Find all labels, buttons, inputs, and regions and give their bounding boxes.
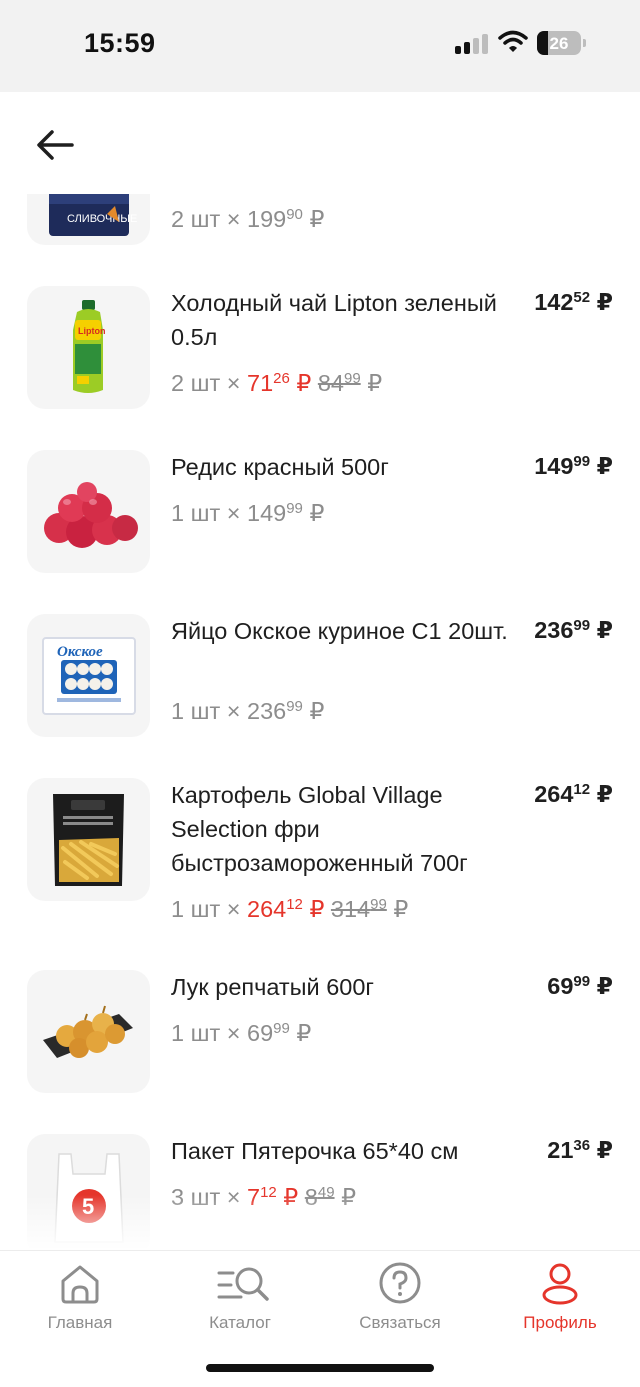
catalog-search-icon <box>217 1267 269 1301</box>
item-quantity-price: 1 шт × 26412 ₽ 31499 ₽ <box>171 896 409 922</box>
battery-level: 26 <box>549 34 569 53</box>
tab-home[interactable]: Главная <box>0 1251 160 1341</box>
status-bar: 15:59 26 <box>0 0 640 92</box>
item-name: Редис красный 500г <box>171 454 389 480</box>
item-total: 14252 ₽ <box>534 289 613 315</box>
product-label: Окское <box>57 644 103 660</box>
tab-label: Связаться <box>359 1313 441 1332</box>
old-price: 8499 <box>317 370 361 396</box>
product-label: СЛИВОЧНЫЕ <box>67 213 137 225</box>
back-arrow-icon[interactable] <box>32 122 78 168</box>
home-icon <box>61 1265 99 1304</box>
tab-label: Профиль <box>523 1313 597 1332</box>
help-icon <box>379 1262 421 1304</box>
item-quantity-price: 1 шт × 14999 ₽ <box>171 500 325 526</box>
item-name: Лук репчатый 600г <box>171 974 374 1000</box>
tab-profile[interactable]: Профиль <box>480 1251 640 1341</box>
item-quantity-price: 1 шт × 6999 ₽ <box>171 1020 312 1046</box>
profile-icon <box>542 1263 578 1305</box>
tab-label: Главная <box>47 1313 113 1332</box>
tab-contact[interactable]: Связаться <box>320 1251 480 1341</box>
order-items-list[interactable]: СЛИВОЧНЫЕ 2 шт × 19990 ₽ Lipton Холодный… <box>0 194 640 1250</box>
scroll-fade <box>0 1195 640 1250</box>
item-total: 14999 ₽ <box>534 453 613 479</box>
status-time: 15:59 <box>84 28 156 58</box>
item-name: Яйцо Окское куриное С1 20шт. <box>171 618 508 644</box>
item-name: Холодный чай Lipton зеленый 0.5л <box>171 290 497 350</box>
item-total: 23699 ₽ <box>534 617 613 643</box>
product-image: Lipton <box>27 286 150 409</box>
cellular-signal-icon <box>455 34 489 54</box>
wifi-icon <box>498 30 528 52</box>
item-quantity-price: 2 шт × 7126 ₽ 8499 ₽ <box>171 370 383 396</box>
item-name: Пакет Пятерочка 65*40 см <box>171 1138 459 1164</box>
old-price: 31499 <box>330 896 387 922</box>
tab-catalog[interactable]: Каталог <box>160 1251 320 1341</box>
battery-icon: 26 <box>537 31 581 55</box>
item-total: 2136 ₽ <box>547 1137 613 1163</box>
product-label: Lipton <box>78 326 106 336</box>
product-image: Окское <box>27 614 150 737</box>
home-indicator <box>206 1364 434 1372</box>
tab-label: Каталог <box>209 1313 271 1332</box>
item-quantity-price: 2 шт × 19990 ₽ <box>171 206 325 232</box>
item-name: Картофель Global Village Selection фри б… <box>171 782 468 876</box>
product-image <box>27 778 150 901</box>
item-total: 26412 ₽ <box>534 781 613 807</box>
header <box>0 92 640 194</box>
product-image <box>27 970 150 1093</box>
product-image: СЛИВОЧНЫЕ <box>27 194 150 245</box>
product-image <box>27 450 150 573</box>
item-quantity-price: 1 шт × 23699 ₽ <box>171 698 325 724</box>
item-total: 6999 ₽ <box>547 973 613 999</box>
